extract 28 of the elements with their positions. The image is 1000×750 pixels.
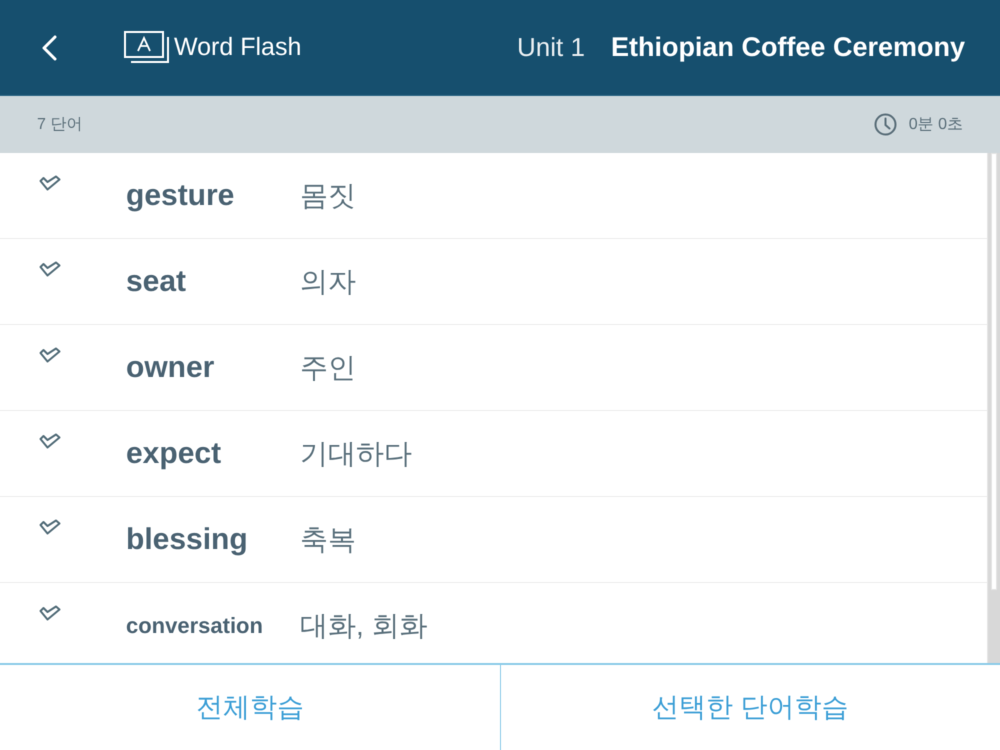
clock-icon [874, 113, 897, 136]
scrollbar-thumb[interactable] [991, 153, 997, 590]
korean-meaning: 기대하다 [300, 436, 412, 470]
korean-meaning: 의자 [300, 264, 356, 298]
checkmark-icon[interactable] [39, 432, 61, 448]
checkmark-icon[interactable] [39, 518, 61, 534]
app-title: Word Flash [174, 32, 302, 63]
lesson-title: Ethiopian Coffee Ceremony [610, 31, 965, 64]
english-word: conversation [126, 612, 264, 640]
korean-meaning: 몸짓 [300, 178, 356, 212]
korean-meaning: 대화, 회화 [300, 608, 428, 642]
english-word: gesture [126, 178, 236, 214]
elapsed-time: 0분 0초 [908, 114, 963, 134]
checkmark-icon[interactable] [39, 604, 61, 620]
english-word: owner [126, 350, 216, 386]
korean-meaning: 주인 [300, 350, 356, 384]
unit-label: Unit 1 [517, 31, 585, 64]
checkmark-icon[interactable] [39, 174, 61, 190]
scrollbar[interactable] [988, 153, 1000, 663]
english-word: seat [126, 264, 188, 300]
english-word: blessing [126, 522, 249, 558]
flashcard-logo-icon [124, 31, 169, 64]
english-word: expect [126, 436, 222, 472]
checkmark-icon[interactable] [39, 346, 61, 362]
checkmark-icon[interactable] [39, 260, 61, 276]
word-count: 7 단어 [37, 114, 82, 134]
korean-meaning: 축복 [300, 522, 356, 556]
back-chevron-icon [41, 34, 57, 60]
